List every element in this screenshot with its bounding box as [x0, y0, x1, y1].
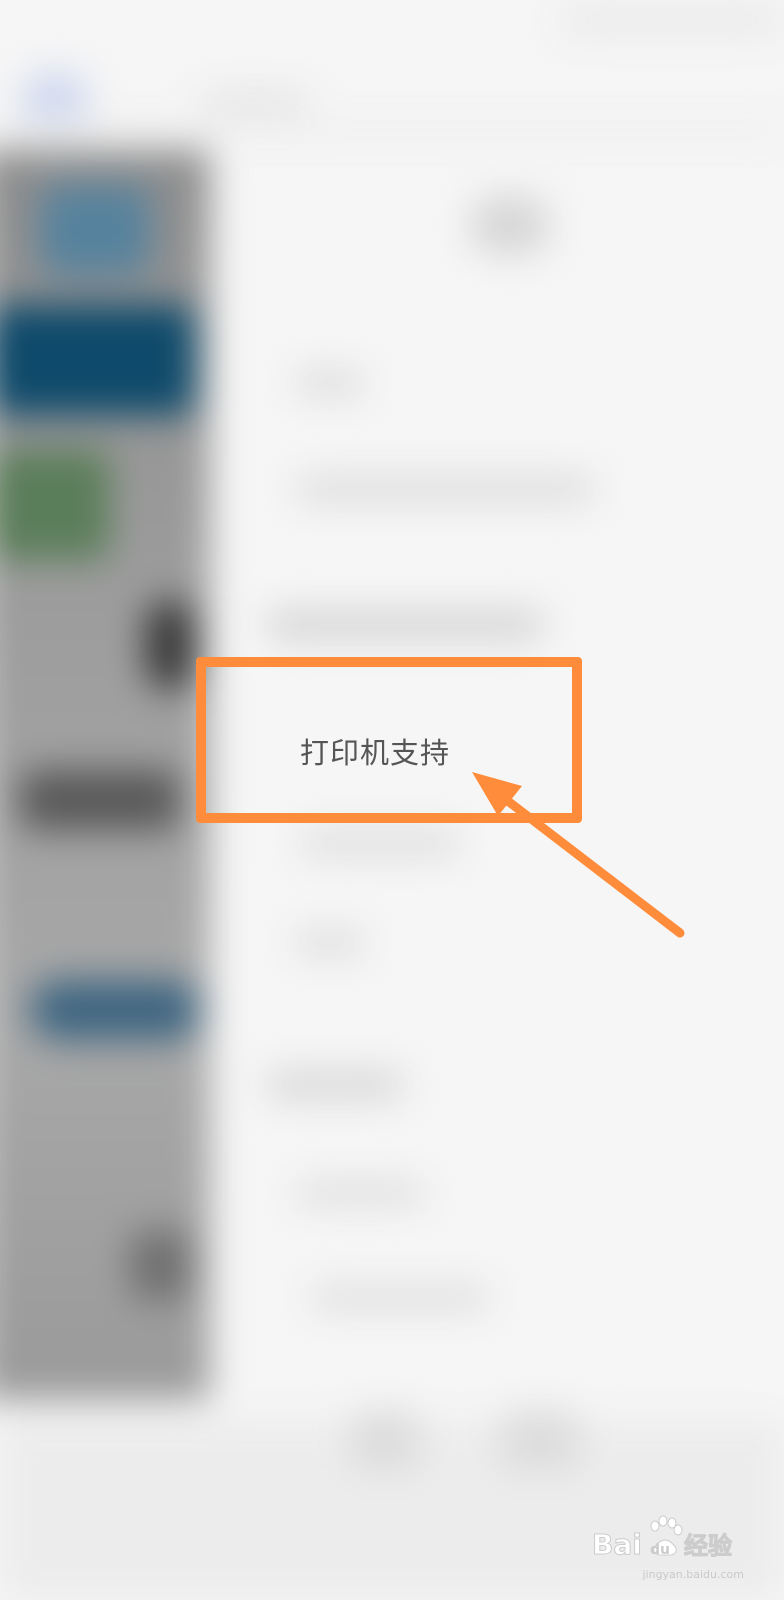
watermark-url: jingyan.baidu.com [642, 1568, 744, 1581]
svg-text:Bai: Bai [592, 1528, 642, 1561]
annotation-highlight-box [196, 657, 582, 823]
settings-screen: 打印机支持 Bai du 经验 jingyan.baidu.com [0, 0, 784, 1600]
svg-text:du: du [650, 1542, 670, 1558]
svg-text:经验: 经验 [684, 1532, 732, 1560]
